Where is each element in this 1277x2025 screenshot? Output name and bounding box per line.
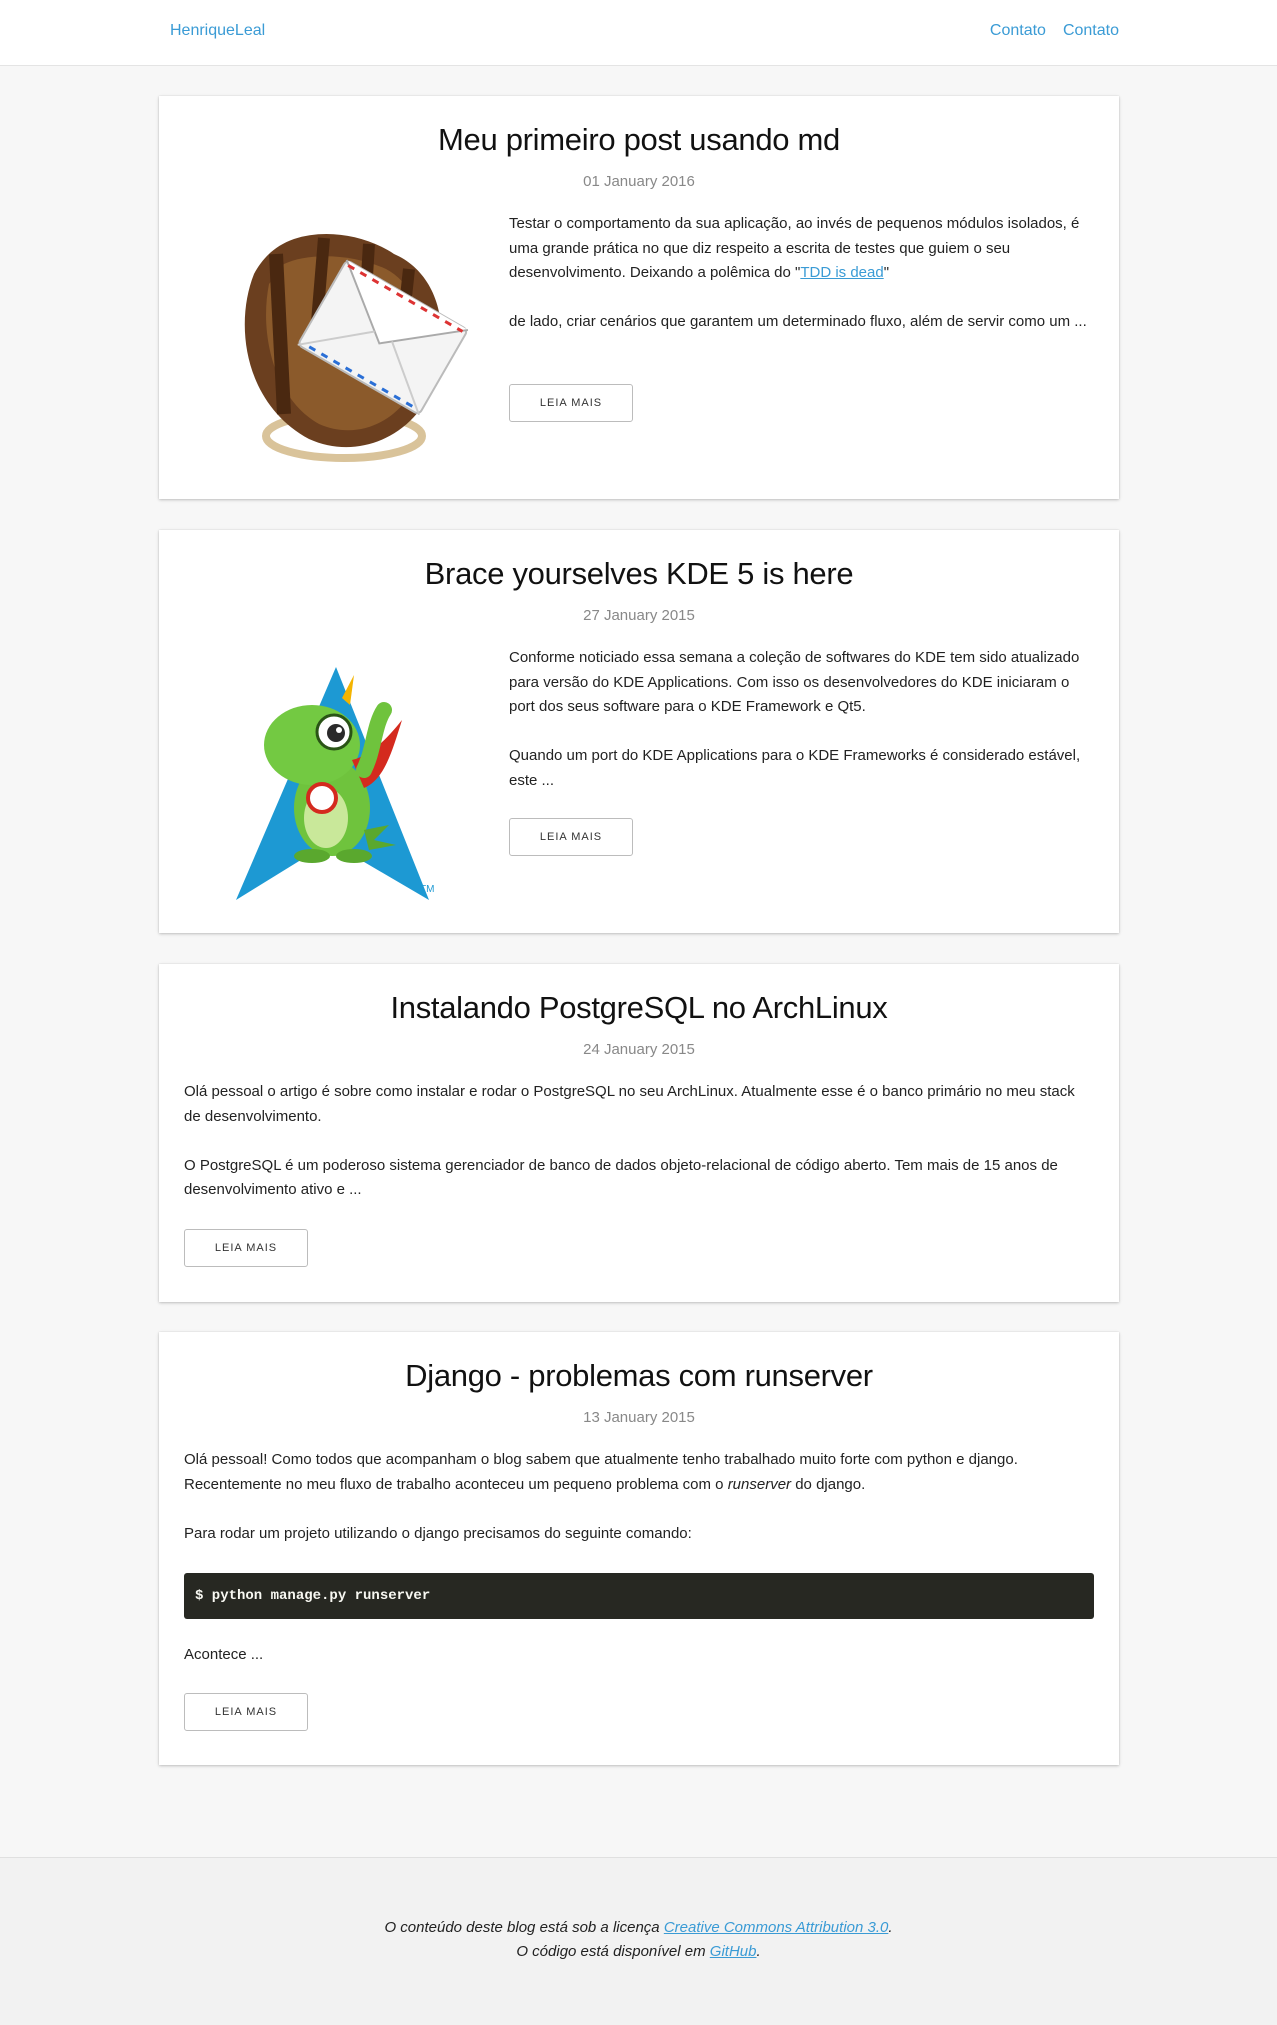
trademark-label: TM [420,884,434,895]
post-title[interactable]: Brace yourselves KDE 5 is here [159,556,1119,592]
paragraph-text: do django. [791,1475,866,1493]
post-paragraph: Quando um port do KDE Applications para … [509,747,1081,789]
kde-konqi-dragon-icon: TM [236,667,434,900]
post-card-2: Brace yourselves KDE 5 is here 27 Januar… [159,530,1119,933]
post-card-1: Meu primeiro post usando md 01 January 2… [159,96,1119,499]
mail-catcher-glove-icon [244,234,469,462]
brand-link[interactable]: HenriqueLeal [170,22,265,40]
post-paragraph: Olá pessoal! Como todos que acompanham o… [184,1448,1094,1497]
post-paragraph: O PostgreSQL é um poderoso sistema geren… [184,1156,1058,1199]
read-more-button[interactable]: LEIA MAIS [184,1693,308,1731]
post-excerpt: Olá pessoal! Como todos que acompanham o… [184,1448,1094,1571]
post-paragraph: Olá pessoal o artigo é sobre como instal… [184,1083,1075,1125]
license-line: O conteúdo deste blog está sob a licença… [0,1919,1277,1936]
github-link[interactable]: GitHub [710,1943,757,1960]
footer-text: . [756,1943,761,1960]
post-date: 24 January 2015 [583,1041,695,1058]
nav-links: Contato Contato [990,22,1119,40]
post-date: 13 January 2015 [583,1409,695,1426]
code-block: $ python manage.py runserver [184,1573,1094,1619]
post-paragraph: Acontece ... [184,1646,264,1663]
post-paragraph: Testar o comportamento da sua aplicação,… [509,212,1094,286]
paragraph-text: Olá pessoal! Como todos que acompanham o… [184,1451,1018,1493]
post-excerpt-end: Acontece ... [184,1643,1094,1692]
footer-text: . [888,1919,893,1936]
footer: O conteúdo deste blog está sob a licença… [0,1857,1277,2025]
post-card-3: Instalando PostgreSQL no ArchLinux 24 Ja… [159,964,1119,1302]
post-title[interactable]: Instalando PostgreSQL no ArchLinux [159,990,1119,1026]
post-excerpt: Conforme noticiado essa semana a coleção… [509,646,1094,818]
post-card-4: Django - problemas com runserver 13 Janu… [159,1332,1119,1765]
read-more-button[interactable]: LEIA MAIS [184,1229,308,1267]
post-date: 01 January 2016 [583,173,695,190]
source-line: O código está disponível em GitHub. [0,1943,1277,1960]
post-paragraph: Para rodar um projeto utilizando o djang… [184,1524,692,1542]
license-link[interactable]: Creative Commons Attribution 3.0 [664,1919,889,1936]
post-excerpt: Olá pessoal o artigo é sobre como instal… [184,1080,1094,1227]
post-title[interactable]: Meu primeiro post usando md [159,122,1119,158]
post-date: 27 January 2015 [583,607,695,624]
read-more-button[interactable]: LEIA MAIS [509,818,633,856]
post-paragraph: de lado, criar cenários que garantem um … [509,313,1087,330]
nav-link-contato-2[interactable]: Contato [1063,22,1119,40]
post-paragraph: Conforme noticiado essa semana a coleção… [509,649,1080,715]
top-navbar: HenriqueLeal Contato Contato [0,0,1277,66]
footer-text: O conteúdo deste blog está sob a licença [384,1919,664,1936]
runserver-emphasis: runserver [727,1475,792,1493]
paragraph-text: " [883,264,890,281]
nav-link-contato-1[interactable]: Contato [990,22,1046,40]
post-title[interactable]: Django - problemas com runserver [159,1358,1119,1394]
post-excerpt: Testar o comportamento da sua aplicação,… [509,212,1094,359]
paragraph-text: Testar o comportamento da sua aplicação,… [509,215,1080,281]
footer-text: O código está disponível em [516,1943,710,1960]
tdd-is-dead-link[interactable]: TDD is dead [800,264,883,281]
read-more-button[interactable]: LEIA MAIS [509,384,633,422]
